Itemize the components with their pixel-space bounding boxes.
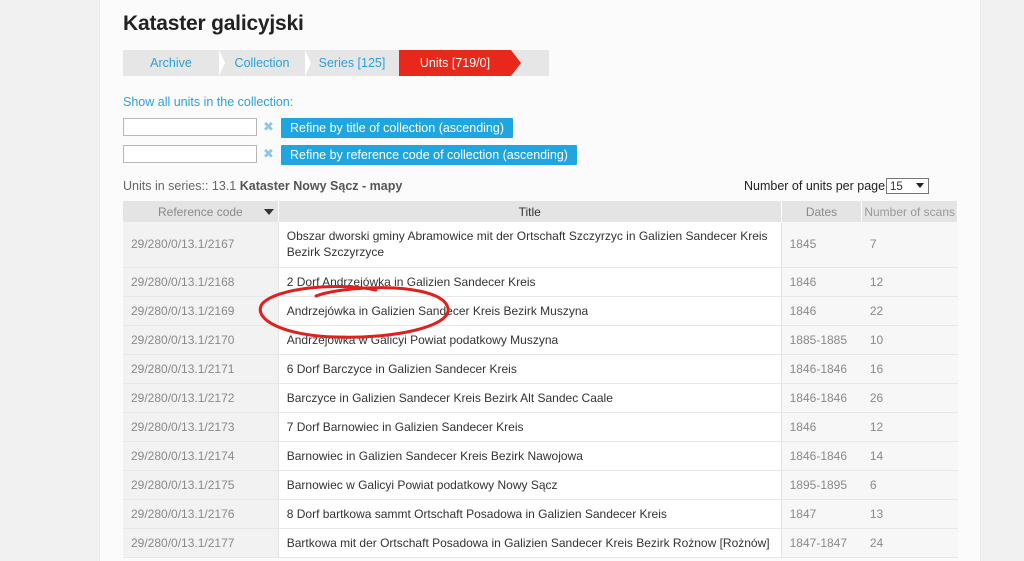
- chevron-down-icon: [916, 183, 924, 188]
- cell-reference-code: 29/280/0/13.1/2176: [123, 499, 279, 529]
- filter-refcode-input[interactable]: [123, 145, 257, 163]
- breadcrumb-units[interactable]: Units [719/0]: [399, 50, 521, 76]
- breadcrumb-active-arrow: [511, 50, 521, 76]
- cell-dates: 1895-1895: [781, 470, 862, 500]
- refine-by-title-button[interactable]: Refine by title of collection (ascending…: [281, 118, 514, 138]
- cell-reference-code: 29/280/0/13.1/2174: [123, 441, 279, 471]
- breadcrumb-archive[interactable]: Archive: [123, 50, 225, 76]
- cell-scans: 10: [861, 325, 958, 355]
- cell-title[interactable]: Andrzejówka w Galicyi Powiat podatkowy M…: [277, 325, 782, 355]
- per-page-value: 15: [890, 181, 903, 193]
- cell-scans: 13: [861, 499, 958, 529]
- cell-scans: 24: [861, 528, 958, 558]
- series-info: Units in series:: 13.1 Kataster Nowy Sąc…: [123, 179, 402, 193]
- cell-title[interactable]: 6 Dorf Barczyce in Galizien Sandecer Kre…: [277, 354, 782, 384]
- table-row[interactable]: 29/280/0/13.1/2173 7 Dorf Barnowiec in Ga…: [123, 412, 958, 442]
- table-row[interactable]: 29/280/0/13.1/2172 Barczyce in Galizien S…: [123, 383, 958, 413]
- breadcrumb-series[interactable]: Series [125]: [305, 50, 399, 76]
- header-number-of-scans[interactable]: Number of scans: [861, 201, 958, 222]
- cell-reference-code: 29/280/0/13.1/2167: [123, 222, 279, 268]
- table-row[interactable]: 29/280/0/13.1/2171 6 Dorf Barczyce in Gal…: [123, 354, 958, 384]
- clear-refcode-icon[interactable]: ✖: [263, 146, 274, 162]
- cell-scans: 22: [861, 296, 958, 326]
- filter-title-input[interactable]: [123, 118, 257, 136]
- breadcrumb-units-label: Units [719/0]: [419, 56, 491, 70]
- cell-scans: 12: [861, 412, 958, 442]
- cell-title[interactable]: Bartkowa mit der Ortschaft Posadowa in G…: [277, 528, 782, 558]
- header-title[interactable]: Title: [278, 201, 782, 222]
- cell-reference-code: 29/280/0/13.1/2177: [123, 528, 279, 558]
- cell-title[interactable]: Obszar dworski gminy Abramowice mit der …: [277, 222, 782, 268]
- cell-title[interactable]: Barnowiec in Galizien Sandecer Kreis Bez…: [277, 441, 782, 471]
- table-row[interactable]: 29/280/0/13.1/2169 Andrzejówka in Galizie…: [123, 296, 958, 326]
- cell-title[interactable]: Barczyce in Galizien Sandecer Kreis Bezi…: [277, 383, 782, 413]
- cell-reference-code: 29/280/0/13.1/2173: [123, 412, 279, 442]
- cell-dates: 1847-1847: [781, 528, 862, 558]
- cell-reference-code: 29/280/0/13.1/2172: [123, 383, 279, 413]
- cell-reference-code: 29/280/0/13.1/2170: [123, 325, 279, 355]
- cell-dates: 1846: [781, 412, 862, 442]
- cell-reference-code: 29/280/0/13.1/2175: [123, 470, 279, 500]
- refine-by-refcode-button[interactable]: Refine by reference code of collection (…: [281, 145, 577, 165]
- table-row[interactable]: 29/280/0/13.1/2175 Barnowiec w Galicyi Po…: [123, 470, 958, 500]
- header-reference-code[interactable]: Reference code: [123, 201, 279, 222]
- cell-dates: 1846-1846: [781, 441, 862, 471]
- units-table: Reference code Title Dates Number of sca…: [123, 201, 958, 558]
- cell-scans: 7: [861, 222, 958, 268]
- cell-dates: 1846-1846: [781, 354, 862, 384]
- cell-title[interactable]: Barnowiec w Galicyi Powiat podatkowy Now…: [277, 470, 782, 500]
- breadcrumb-series-label: Series [125]: [318, 56, 386, 70]
- cell-scans: 6: [861, 470, 958, 500]
- cell-title[interactable]: 8 Dorf bartkowa sammt Ortschaft Posadowa…: [277, 499, 782, 529]
- per-page-select[interactable]: 15: [886, 178, 929, 194]
- table-header-row: Reference code Title Dates Number of sca…: [123, 201, 958, 222]
- cell-title[interactable]: 7 Dorf Barnowiec in Galizien Sandecer Kr…: [277, 412, 782, 442]
- cell-scans: 14: [861, 441, 958, 471]
- table-row[interactable]: 29/280/0/13.1/2170 Andrzejówka w Galicyi …: [123, 325, 958, 355]
- cell-reference-code: 29/280/0/13.1/2171: [123, 354, 279, 384]
- cell-dates: 1845: [781, 222, 862, 268]
- cell-dates: 1885-1885: [781, 325, 862, 355]
- table-row[interactable]: 29/280/0/13.1/2168 2 Dorf Andrzejówka in …: [123, 267, 958, 297]
- cell-title[interactable]: 2 Dorf Andrzejówka in Galizien Sandecer …: [277, 267, 782, 297]
- header-dates[interactable]: Dates: [781, 201, 863, 222]
- breadcrumb: Archive Collection Series [125] Units [7…: [123, 50, 549, 76]
- breadcrumb-collection[interactable]: Collection: [219, 50, 311, 76]
- series-name: Kataster Nowy Sącz - mapy: [239, 179, 403, 193]
- header-reference-code-label: Reference code: [158, 204, 243, 219]
- clear-title-icon[interactable]: ✖: [263, 119, 274, 135]
- table-row[interactable]: 29/280/0/13.1/2177 Bartkowa mit der Ortsc…: [123, 528, 958, 558]
- table-row[interactable]: 29/280/0/13.1/2174 Barnowiec in Galizien …: [123, 441, 958, 471]
- breadcrumb-archive-label: Archive: [150, 56, 192, 70]
- cell-dates: 1846: [781, 267, 862, 297]
- sort-descending-icon[interactable]: [263, 209, 274, 215]
- cell-reference-code: 29/280/0/13.1/2168: [123, 267, 279, 297]
- cell-dates: 1846: [781, 296, 862, 326]
- per-page-label: Number of units per page: [744, 179, 886, 193]
- cell-scans: 12: [861, 267, 958, 297]
- table-row[interactable]: 29/280/0/13.1/2176 8 Dorf bartkowa sammt …: [123, 499, 958, 529]
- cell-dates: 1846-1846: [781, 383, 862, 413]
- table-row[interactable]: 29/280/0/13.1/2167 Obszar dworski gminy A…: [123, 222, 958, 268]
- cell-reference-code: 29/280/0/13.1/2169: [123, 296, 279, 326]
- cell-scans: 16: [861, 354, 958, 384]
- show-all-units-link[interactable]: Show all units in the collection:: [123, 95, 293, 109]
- breadcrumb-collection-label: Collection: [234, 56, 290, 70]
- series-info-prefix: Units in series:: 13.1: [123, 179, 240, 193]
- cell-scans: 26: [861, 383, 958, 413]
- page-title: Kataster galicyjski: [123, 12, 304, 35]
- cell-title[interactable]: Andrzejówka in Galizien Sandecer Kreis B…: [277, 296, 782, 326]
- cell-dates: 1847: [781, 499, 862, 529]
